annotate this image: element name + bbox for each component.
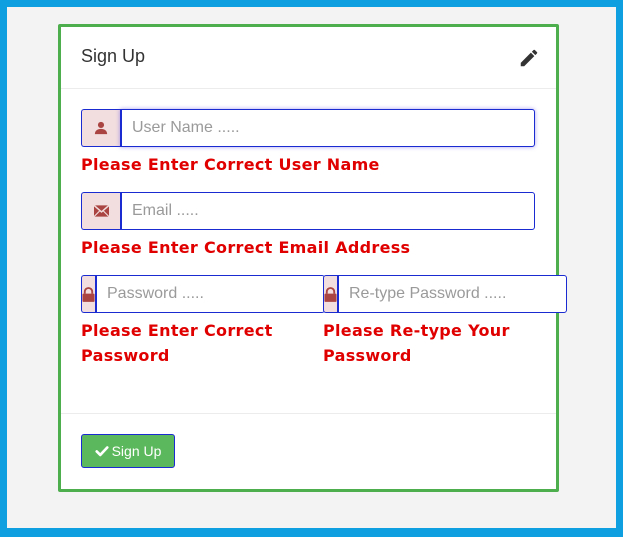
lock-icon: [324, 286, 337, 302]
password-group: [81, 275, 325, 313]
email-addon: [81, 192, 120, 230]
check-icon: [95, 446, 109, 457]
panel-title: Sign Up: [81, 46, 146, 66]
retype-password-addon: [323, 275, 337, 313]
password-error: Please Enter Correct Password: [81, 318, 273, 368]
email-input[interactable]: [120, 192, 535, 230]
signup-panel: Sign Up Please Enter Correct User Name: [58, 24, 567, 492]
username-input[interactable]: [120, 109, 535, 147]
page-background: Sign Up Please Enter Correct User Name: [7, 7, 616, 528]
panel-body: Please Enter Correct User Name Please En…: [61, 89, 567, 414]
sign-up-button[interactable]: Sign Up: [81, 434, 175, 468]
pencil-icon[interactable]: [518, 47, 540, 69]
email-group: [81, 192, 535, 230]
sign-up-button-label: Sign Up: [111, 443, 162, 459]
envelope-icon: [93, 205, 109, 217]
panel-footer: Sign Up: [61, 413, 556, 489]
email-error: Please Enter Correct Email Address: [81, 238, 411, 257]
panel-header: Sign Up: [61, 27, 556, 89]
password-error-line2: Password: [81, 346, 170, 365]
user-icon: [94, 121, 108, 135]
retype-password-error: Please Re-type Your Password: [323, 318, 510, 368]
password-input[interactable]: [95, 275, 325, 313]
username-addon: [81, 109, 120, 147]
retype-password-group: [323, 275, 567, 313]
username-error: Please Enter Correct User Name: [81, 155, 380, 174]
password-addon: [81, 275, 95, 313]
retype-password-error-line2: Password: [323, 346, 412, 365]
retype-password-error-line1: Please Re-type Your: [323, 321, 510, 340]
username-group: [81, 109, 535, 147]
password-error-line1: Please Enter Correct: [81, 321, 273, 340]
lock-icon: [82, 286, 95, 302]
retype-password-input[interactable]: [337, 275, 567, 313]
